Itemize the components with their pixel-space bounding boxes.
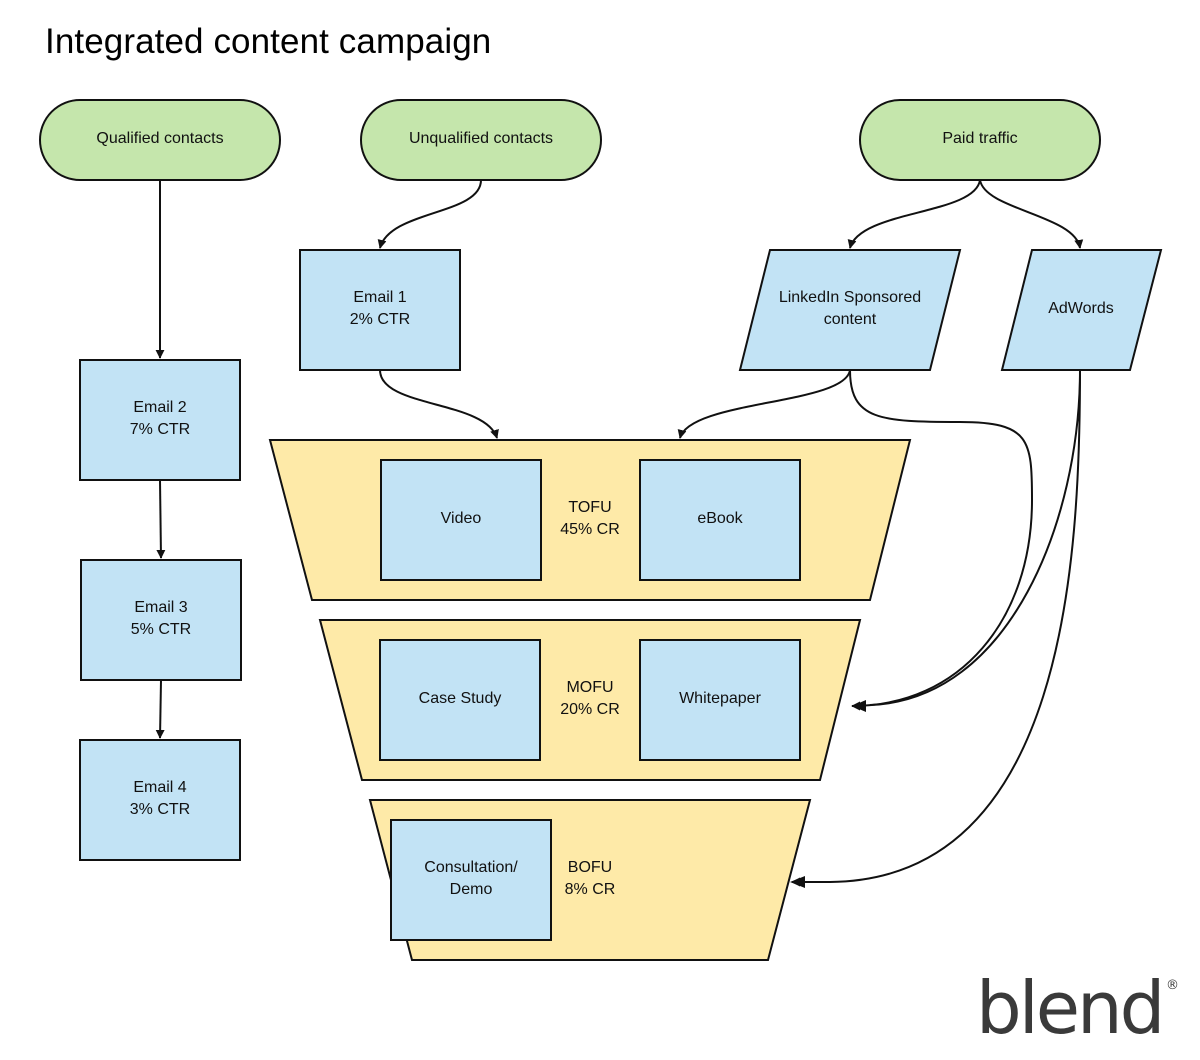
stage-rate: 20% CR <box>560 701 620 718</box>
stage-rate: 45% CR <box>560 521 620 538</box>
email-name: Email 1 <box>353 289 406 306</box>
connector-email3-to-email4 <box>155 679 165 739</box>
email-box-1: Email 1 2% CTR <box>299 249 461 371</box>
blend-logo: blend <box>976 966 1165 1050</box>
connector-linkedin-to-tofu <box>677 369 851 439</box>
source-paid-traffic: Paid traffic <box>859 99 1101 181</box>
channel-linkedin-sponsored-content: LinkedIn Sponsored content <box>738 249 962 371</box>
registered-mark-icon: ® <box>1166 978 1179 993</box>
content-label: Case Study <box>419 690 502 707</box>
stage-name: BOFU <box>568 859 612 876</box>
connector-unqualified-to-email1 <box>377 179 482 249</box>
connector-email1-to-tofu <box>379 369 499 439</box>
email-name: Email 2 <box>133 399 186 416</box>
email-metric: 3% CTR <box>130 801 190 818</box>
stage-name: TOFU <box>568 499 611 516</box>
content-label-line2: Demo <box>450 881 493 898</box>
source-label: Qualified contacts <box>96 130 223 147</box>
arrowhead-bofu <box>790 876 805 888</box>
channel-label: AdWords <box>1048 300 1114 317</box>
source-unqualified-contacts: Unqualified contacts <box>360 99 602 181</box>
funnel-stage-tofu: Video eBook TOFU 45% CR <box>268 439 912 601</box>
stage-name: MOFU <box>566 679 613 696</box>
content-box-consultation-demo <box>390 819 552 941</box>
source-label: Paid traffic <box>942 130 1017 147</box>
email-metric: 7% CTR <box>130 421 190 438</box>
channel-adwords: AdWords <box>1000 249 1163 371</box>
email-name: Email 4 <box>133 779 186 796</box>
funnel-stage-mofu: Case Study Whitepaper MOFU 20% CR <box>318 619 862 781</box>
content-label-line1: Consultation/ <box>424 859 518 876</box>
source-label: Unqualified contacts <box>409 130 553 147</box>
stage-rate: 8% CR <box>565 881 616 898</box>
email-box-3: Email 3 5% CTR <box>80 559 242 681</box>
connector-paid-to-adwords <box>979 179 1084 249</box>
email-metric: 5% CTR <box>131 621 191 638</box>
funnel-stage-bofu: Consultation/ Demo BOFU 8% CR <box>368 799 812 961</box>
channel-label-line2: content <box>824 311 877 328</box>
source-qualified-contacts: Qualified contacts <box>39 99 281 181</box>
email-box-4: Email 4 3% CTR <box>79 739 241 861</box>
content-label: Whitepaper <box>679 690 761 707</box>
content-label: Video <box>441 510 482 527</box>
flowchart: Qualified contacts Unqualified contacts … <box>39 99 1163 961</box>
channel-label-line1: LinkedIn Sponsored <box>779 289 921 306</box>
email-name: Email 3 <box>134 599 187 616</box>
connector-paid-to-linkedin <box>847 179 981 249</box>
arrowhead-mofu <box>852 700 866 712</box>
email-box-2: Email 2 7% CTR <box>79 359 241 481</box>
connector-email2-to-email3 <box>156 479 166 559</box>
email-metric: 2% CTR <box>350 311 410 328</box>
content-label: eBook <box>697 510 743 527</box>
